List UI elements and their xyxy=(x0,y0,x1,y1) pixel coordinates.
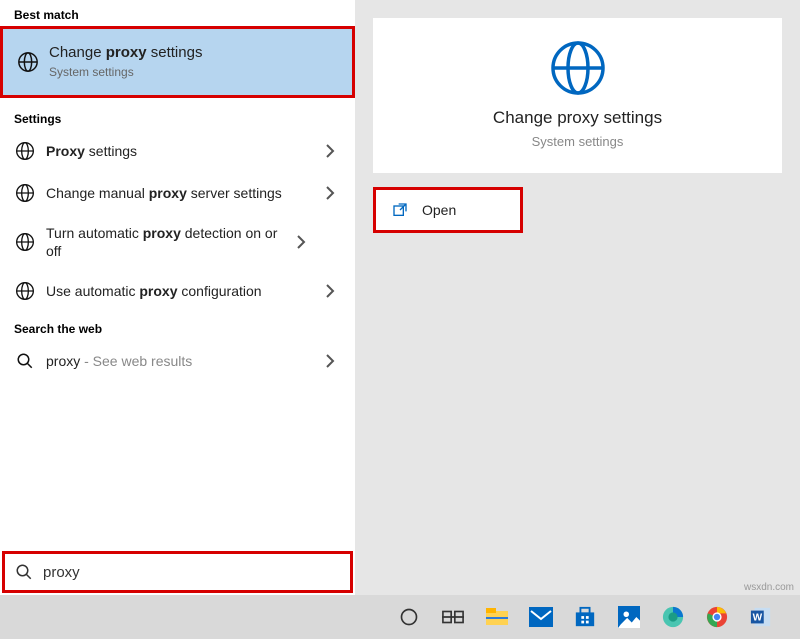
best-match-item[interactable]: Change proxy settings System settings xyxy=(0,26,355,98)
store-icon[interactable] xyxy=(571,603,599,631)
settings-header: Settings xyxy=(0,98,355,130)
chrome-icon[interactable] xyxy=(703,603,731,631)
globe-icon xyxy=(14,140,36,162)
settings-item-auto-detect[interactable]: Turn automatic proxy detection on or off xyxy=(0,214,355,270)
search-input[interactable] xyxy=(43,564,340,581)
best-match-header: Best match xyxy=(0,0,355,26)
best-match-subtitle: System settings xyxy=(49,65,134,79)
chevron-right-icon xyxy=(325,144,341,158)
search-results-pane: Best match Change proxy settings System … xyxy=(0,0,355,595)
search-icon xyxy=(15,563,33,581)
settings-item-label: Turn automatic proxy detection on or off xyxy=(46,224,296,260)
open-icon xyxy=(390,202,410,218)
settings-item-proxy[interactable]: Proxy settings xyxy=(0,130,355,172)
settings-item-label: Proxy settings xyxy=(46,142,325,160)
globe-icon xyxy=(14,231,36,253)
globe-icon xyxy=(14,182,36,204)
detail-subtitle: System settings xyxy=(373,134,782,149)
detail-pane: Change proxy settings System settings Op… xyxy=(355,0,800,595)
chevron-right-icon xyxy=(325,186,341,200)
watermark: wsxdn.com xyxy=(744,582,794,593)
web-result-label: proxy - See web results xyxy=(46,352,325,370)
word-icon[interactable]: W xyxy=(747,603,775,631)
chevron-right-icon xyxy=(325,354,341,368)
search-icon xyxy=(14,350,36,372)
detail-card: Change proxy settings System settings xyxy=(373,18,782,173)
detail-title: Change proxy settings xyxy=(373,108,782,128)
svg-text:W: W xyxy=(753,613,763,624)
globe-icon xyxy=(14,280,36,302)
edge-icon[interactable] xyxy=(659,603,687,631)
chevron-right-icon xyxy=(325,284,341,298)
settings-item-label: Change manual proxy server settings xyxy=(46,184,325,202)
open-label: Open xyxy=(422,202,456,218)
task-view-icon[interactable] xyxy=(439,603,467,631)
settings-item-label: Use automatic proxy configuration xyxy=(46,282,325,300)
globe-icon xyxy=(17,51,39,73)
globe-icon-large xyxy=(373,38,782,98)
cortana-icon[interactable] xyxy=(395,603,423,631)
mail-icon[interactable] xyxy=(527,603,555,631)
photos-icon[interactable] xyxy=(615,603,643,631)
settings-item-auto-config[interactable]: Use automatic proxy configuration xyxy=(0,270,355,312)
open-action[interactable]: Open xyxy=(376,190,520,230)
settings-item-manual-proxy[interactable]: Change manual proxy server settings xyxy=(0,172,355,214)
actions-list: Open xyxy=(373,187,782,233)
file-explorer-icon[interactable] xyxy=(483,603,511,631)
taskbar: W xyxy=(0,595,800,639)
search-bar[interactable] xyxy=(2,551,353,593)
web-result-item[interactable]: proxy - See web results xyxy=(0,340,355,382)
chevron-right-icon xyxy=(296,235,312,249)
web-header: Search the web xyxy=(0,312,355,340)
best-match-title: Change proxy settings xyxy=(49,44,202,61)
